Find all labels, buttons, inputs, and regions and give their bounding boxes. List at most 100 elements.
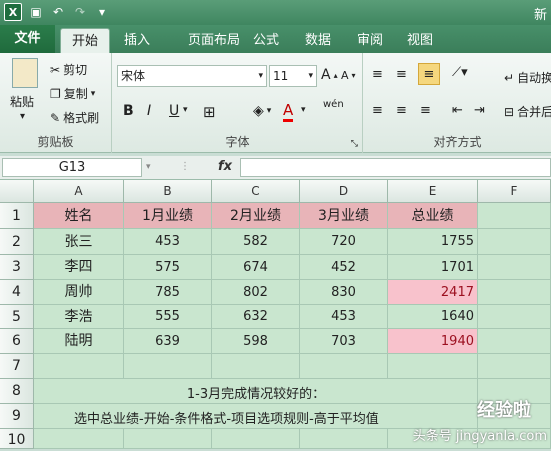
value-cell[interactable]: 703 xyxy=(300,329,388,354)
formula-input[interactable] xyxy=(240,158,551,177)
name-cell[interactable]: 李四 xyxy=(34,255,124,280)
paste-dropdown-icon[interactable]: ▾ xyxy=(20,111,25,122)
row-header-10[interactable]: 10 xyxy=(0,429,34,449)
decrease-indent-icon[interactable]: ⇤ xyxy=(452,103,463,118)
value-cell[interactable]: 830 xyxy=(300,280,388,305)
chevron-down-icon[interactable]: ▾ xyxy=(183,105,188,115)
tab-insert[interactable]: 插入 xyxy=(116,28,158,53)
shrink-font-icon[interactable]: A ▾ xyxy=(341,69,356,82)
value-cell[interactable]: 632 xyxy=(212,305,300,329)
row-header-1[interactable]: 1 xyxy=(0,203,34,229)
row-header-9[interactable]: 9 xyxy=(0,404,34,429)
cell-f7[interactable] xyxy=(478,354,551,379)
paste-icon[interactable] xyxy=(12,58,38,88)
name-cell[interactable]: 李浩 xyxy=(34,305,124,329)
value-cell[interactable]: 674 xyxy=(212,255,300,280)
format-painter-button[interactable]: ✎ 格式刷 xyxy=(50,109,99,126)
insert-function-icon[interactable]: fx xyxy=(218,159,232,174)
cell-f6[interactable] xyxy=(478,329,551,354)
row-header-4[interactable]: 4 xyxy=(0,280,34,305)
select-all-corner[interactable] xyxy=(0,180,34,203)
column-header-c[interactable]: C xyxy=(212,180,300,203)
copy-button[interactable]: ❐ 复制 ▾ xyxy=(50,85,95,102)
tab-page-layout[interactable]: 页面布局 xyxy=(172,28,256,53)
cell-a10[interactable] xyxy=(34,429,124,449)
value-cell[interactable]: 555 xyxy=(124,305,212,329)
total-cell[interactable]: 1701 xyxy=(388,255,478,280)
value-cell[interactable]: 785 xyxy=(124,280,212,305)
tab-view[interactable]: 视图 xyxy=(400,28,440,53)
underline-button[interactable]: U xyxy=(169,103,179,119)
total-cell[interactable]: 1755 xyxy=(388,229,478,255)
increase-indent-icon[interactable]: ⇥ xyxy=(474,103,485,118)
tab-formulas[interactable]: 公式 xyxy=(246,28,286,53)
name-cell[interactable]: 张三 xyxy=(34,229,124,255)
chevron-down-icon[interactable]: ▾ xyxy=(301,105,306,115)
value-cell[interactable]: 582 xyxy=(212,229,300,255)
cell-f3[interactable] xyxy=(478,255,551,280)
fill-color-icon[interactable]: ◈ ▾ xyxy=(253,103,271,119)
tab-data[interactable]: 数据 xyxy=(298,28,338,53)
customize-qat-icon[interactable]: ▾ xyxy=(94,4,110,20)
column-header-e[interactable]: E xyxy=(388,180,478,203)
cut-button[interactable]: ✂ 剪切 xyxy=(50,61,87,78)
borders-icon[interactable]: ⊞ xyxy=(203,103,216,121)
value-cell[interactable]: 598 xyxy=(212,329,300,354)
row-header-6[interactable]: 6 xyxy=(0,329,34,354)
merge-button[interactable]: ⊟ 合并后 xyxy=(504,103,551,120)
grow-font-icon[interactable]: A ▴ xyxy=(321,67,338,83)
column-header-d[interactable]: D xyxy=(300,180,388,203)
font-name-select[interactable]: 宋体 ▾ xyxy=(117,65,267,87)
name-box[interactable]: G13 xyxy=(2,158,142,177)
header-cell-total[interactable]: 总业绩 xyxy=(388,203,478,229)
column-header-b[interactable]: B xyxy=(124,180,212,203)
align-right-icon[interactable]: ≡ xyxy=(420,103,431,118)
header-cell-m3[interactable]: 3月业绩 xyxy=(300,203,388,229)
value-cell[interactable]: 452 xyxy=(300,255,388,280)
value-cell[interactable]: 802 xyxy=(212,280,300,305)
cell-d7[interactable] xyxy=(300,354,388,379)
cell-c7[interactable] xyxy=(212,354,300,379)
total-cell[interactable]: 1640 xyxy=(388,305,478,329)
save-icon[interactable]: ▣ xyxy=(28,4,44,20)
undo-icon[interactable]: ↶ xyxy=(50,4,66,20)
value-cell[interactable]: 720 xyxy=(300,229,388,255)
orientation-icon[interactable]: ⟋▾ xyxy=(452,65,468,80)
header-cell-name[interactable]: 姓名 xyxy=(34,203,124,229)
cell-e7[interactable] xyxy=(388,354,478,379)
value-cell[interactable]: 453 xyxy=(124,229,212,255)
align-top-icon[interactable]: ≡ xyxy=(372,67,383,82)
total-cell-highlighted[interactable]: 1940 xyxy=(388,329,478,354)
value-cell[interactable]: 639 xyxy=(124,329,212,354)
column-header-f[interactable]: F xyxy=(478,180,551,203)
redo-icon[interactable]: ↷ xyxy=(72,4,88,20)
header-cell-m1[interactable]: 1月业绩 xyxy=(124,203,212,229)
wrap-text-button[interactable]: ↵ 自动换 xyxy=(504,69,551,86)
tab-review[interactable]: 审阅 xyxy=(350,28,390,53)
tab-home[interactable]: 开始 xyxy=(60,28,110,53)
align-middle-icon[interactable]: ≡ xyxy=(396,67,407,82)
column-header-a[interactable]: A xyxy=(34,180,124,203)
align-center-icon[interactable]: ≡ xyxy=(396,103,407,118)
bold-button[interactable]: B xyxy=(123,103,134,119)
font-size-select[interactable]: 11 ▾ xyxy=(269,65,317,87)
value-cell[interactable]: 575 xyxy=(124,255,212,280)
cell-f5[interactable] xyxy=(478,305,551,329)
phonetic-icon[interactable]: wén xyxy=(323,99,344,110)
cell-f4[interactable] xyxy=(478,280,551,305)
name-box-dropdown-icon[interactable]: ▾ xyxy=(146,162,151,172)
row-header-3[interactable]: 3 xyxy=(0,255,34,280)
cell-b7[interactable] xyxy=(124,354,212,379)
align-bottom-icon[interactable]: ≡ xyxy=(418,63,440,85)
font-color-icon[interactable]: A xyxy=(283,101,294,122)
cell-f2[interactable] xyxy=(478,229,551,255)
cell-d10[interactable] xyxy=(300,429,388,449)
row-header-8[interactable]: 8 xyxy=(0,379,34,404)
paste-button[interactable]: 粘贴 xyxy=(10,93,34,110)
value-cell[interactable]: 453 xyxy=(300,305,388,329)
italic-button[interactable]: I xyxy=(147,103,151,119)
name-cell[interactable]: 陆明 xyxy=(34,329,124,354)
align-left-icon[interactable]: ≡ xyxy=(372,103,383,118)
cell-c10[interactable] xyxy=(212,429,300,449)
formula-bar-resize-icon[interactable]: ⋮ xyxy=(180,161,190,172)
